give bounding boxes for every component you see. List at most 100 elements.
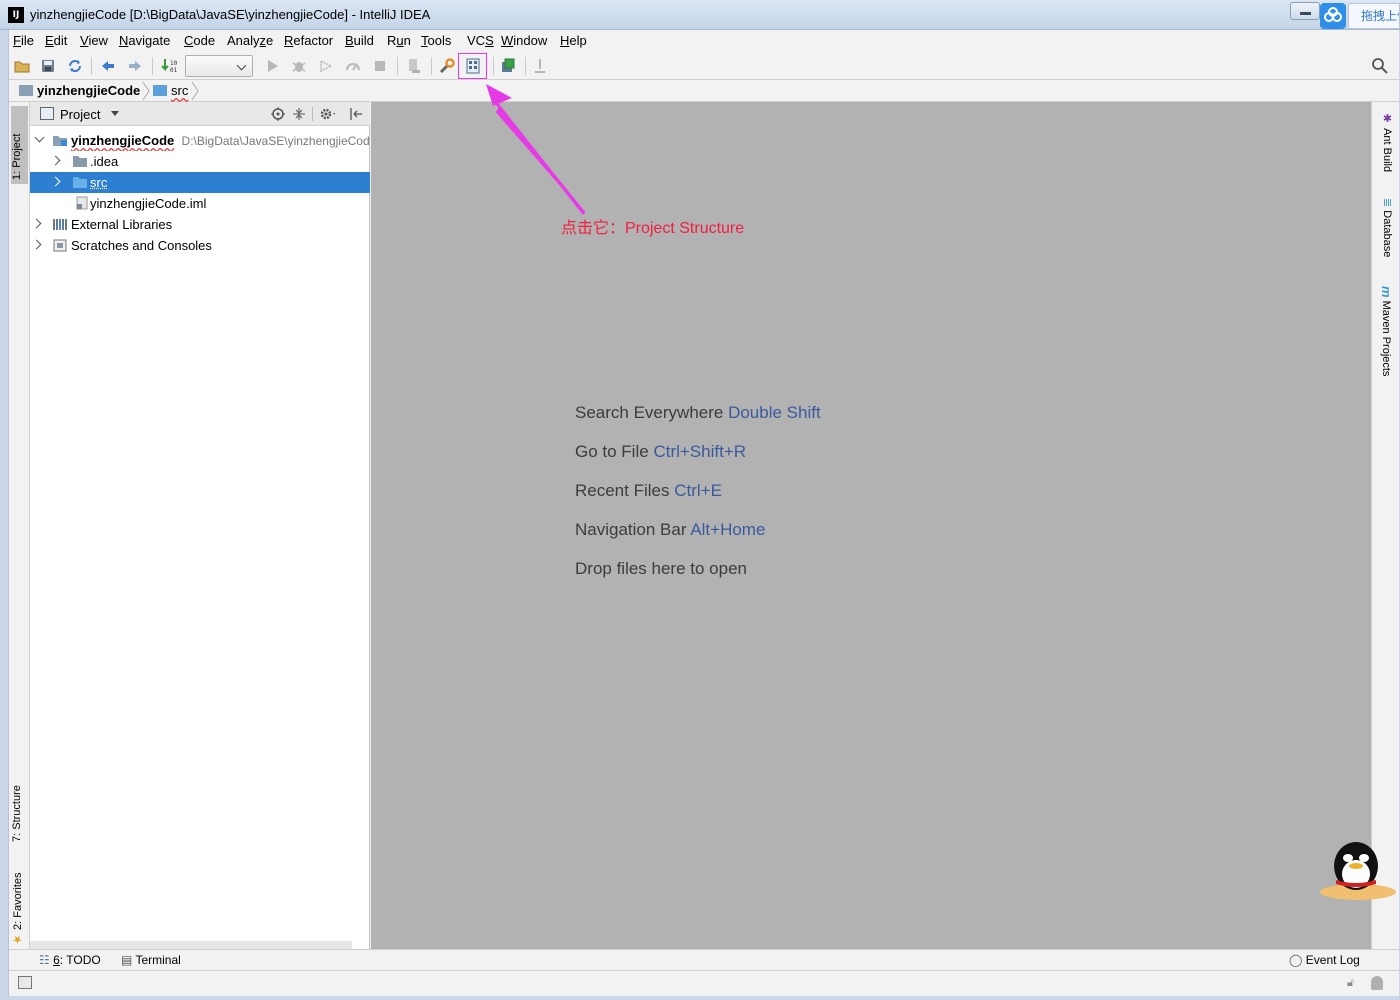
- project-view-selector[interactable]: Project: [60, 107, 100, 122]
- tree-label: yinzhengjieCode D:\BigData\JavaSE\yinzhe…: [71, 133, 370, 148]
- breadcrumb-project[interactable]: yinzhengjieCode: [19, 83, 140, 98]
- chevron-right-icon[interactable]: [31, 218, 42, 229]
- terminal-icon: ▤: [121, 953, 133, 967]
- libraries-icon: [52, 217, 68, 231]
- intellij-app-icon: IJ: [8, 7, 24, 23]
- editor-area[interactable]: 点击它：Project Structure Search Everywhere …: [371, 102, 1371, 949]
- synchronize-icon[interactable]: [65, 56, 85, 76]
- tree-label: yinzhengjieCode.iml: [90, 196, 207, 211]
- stop-icon[interactable]: [370, 56, 390, 76]
- iml-file-icon: [74, 196, 90, 210]
- menu-analyze[interactable]: Analyze: [227, 33, 273, 48]
- breadcrumb-src[interactable]: src: [153, 83, 188, 98]
- toolbar-separator: [397, 57, 398, 75]
- window-title-bar: IJ yinzhengjieCode [D:\BigData\JavaSE\yi…: [0, 0, 1400, 30]
- menu-edit[interactable]: Edit: [45, 33, 67, 48]
- tree-row-idea[interactable]: .idea: [30, 151, 370, 172]
- locate-icon[interactable]: [270, 106, 286, 122]
- inspector-icon[interactable]: [1371, 976, 1383, 990]
- menu-build[interactable]: Build: [345, 33, 374, 48]
- horizontal-scrollbar[interactable]: [30, 941, 352, 949]
- chevron-right-icon[interactable]: [31, 239, 42, 250]
- toggle-tool-windows-icon[interactable]: [18, 976, 32, 989]
- search-everywhere-icon[interactable]: [1370, 56, 1390, 76]
- qq-penguin-icon[interactable]: [1318, 836, 1398, 902]
- main-toolbar: 10 01: [9, 52, 1399, 80]
- ant-icon: ✱: [1381, 112, 1393, 125]
- left-tool-strip: 1: Project 7: Structure ★ 2: Favorites: [9, 102, 30, 949]
- minimize-button[interactable]: [1290, 2, 1320, 20]
- tree-label: External Libraries: [71, 217, 173, 232]
- attach-debugger-icon[interactable]: [404, 56, 424, 76]
- run-icon[interactable]: [262, 56, 282, 76]
- sdk-manager-icon[interactable]: [498, 56, 518, 76]
- hint-navigation-bar: Navigation Bar Alt+Home: [575, 520, 766, 539]
- chevron-right-icon[interactable]: [50, 155, 61, 166]
- source-folder-icon: [72, 175, 88, 189]
- tree-row-iml[interactable]: yinzhengjieCode.iml: [30, 193, 370, 214]
- project-folder-icon: [19, 85, 33, 96]
- svg-text:01: 01: [170, 67, 178, 74]
- tab-database[interactable]: ≣ Database: [1377, 198, 1394, 278]
- menu-run[interactable]: Run: [387, 33, 411, 48]
- chevron-right-icon[interactable]: [50, 176, 61, 187]
- menu-view[interactable]: View: [80, 33, 108, 48]
- lock-icon[interactable]: 🔓︎: [1347, 977, 1354, 990]
- source-folder-icon: [153, 85, 167, 96]
- chevron-down-icon[interactable]: [111, 111, 119, 116]
- svg-text:10: 10: [170, 60, 178, 67]
- tool-windows-bar: ☷ 6: TODO ▤ Terminal ◯ Event Log: [9, 949, 1399, 970]
- menu-vcs[interactable]: VCS: [467, 33, 494, 48]
- tree-label: src: [90, 175, 108, 190]
- menu-navigate[interactable]: Navigate: [119, 33, 170, 48]
- menu-refactor[interactable]: Refactor: [284, 33, 333, 48]
- tree-row-src[interactable]: src: [30, 172, 370, 193]
- hint-recent-files: Recent Files Ctrl+E: [575, 481, 722, 500]
- tab-structure[interactable]: 7: Structure: [11, 752, 28, 842]
- debug-icon[interactable]: [289, 56, 309, 76]
- save-all-icon[interactable]: [38, 56, 58, 76]
- tree-row-project-root[interactable]: yinzhengjieCode D:\BigData\JavaSE\yinzhe…: [30, 130, 370, 151]
- cloud-upload-icon[interactable]: [1320, 3, 1346, 29]
- tree-row-scratches[interactable]: Scratches and Consoles: [30, 235, 370, 256]
- forward-arrow-icon[interactable]: [125, 56, 145, 76]
- menu-tools[interactable]: Tools: [421, 33, 451, 48]
- chevron-down-icon[interactable]: [34, 132, 45, 143]
- back-arrow-icon[interactable]: [98, 56, 118, 76]
- hint-go-to-file: Go to File Ctrl+Shift+R: [575, 442, 747, 461]
- menu-code[interactable]: Code: [184, 33, 215, 48]
- vcs-update-icon[interactable]: [530, 56, 550, 76]
- todo-tab[interactable]: ☷ 6: TODO: [39, 953, 101, 967]
- project-tool-window: Project yinzhengjieCode D:\BigData\JavaS…: [30, 102, 370, 949]
- open-folder-icon[interactable]: [12, 56, 32, 76]
- tree-label: Scratches and Consoles: [71, 238, 212, 253]
- run-with-coverage-icon[interactable]: [316, 56, 336, 76]
- maven-icon: m: [1379, 286, 1394, 298]
- hide-panel-icon[interactable]: [348, 106, 364, 122]
- run-configuration-dropdown[interactable]: [185, 55, 253, 77]
- toolbar-separator: [525, 57, 526, 75]
- hint-search-everywhere: Search Everywhere Double Shift: [575, 403, 821, 422]
- tab-maven-projects[interactable]: m Maven Projects: [1377, 286, 1394, 396]
- menu-window[interactable]: Window: [501, 33, 547, 48]
- hint-drop-files: Drop files here to open: [575, 559, 747, 578]
- collapse-all-icon[interactable]: [291, 106, 307, 122]
- build-project-icon[interactable]: 10 01: [159, 56, 179, 76]
- todo-icon: ☷: [39, 953, 50, 967]
- menu-bar: File Edit View Navigate Code Analyze Ref…: [9, 30, 1399, 52]
- menu-help[interactable]: Help: [560, 33, 587, 48]
- menu-file[interactable]: File: [13, 33, 34, 48]
- speech-bubble-icon: ◯: [1289, 953, 1303, 967]
- gear-icon[interactable]: [319, 106, 335, 122]
- terminal-tab[interactable]: ▤ Terminal: [121, 953, 181, 967]
- database-icon: ≣: [1381, 198, 1393, 208]
- tab-ant-build[interactable]: ✱ Ant Build: [1377, 112, 1394, 192]
- tree-row-external-libraries[interactable]: External Libraries: [30, 214, 370, 235]
- tab-favorites[interactable]: ★ 2: Favorites: [11, 854, 28, 946]
- profile-icon[interactable]: [343, 56, 363, 76]
- settings-wrench-icon[interactable]: [437, 56, 457, 76]
- tab-project[interactable]: 1: Project: [11, 106, 28, 184]
- event-log-tab[interactable]: ◯ Event Log: [1289, 953, 1360, 967]
- drag-upload-button[interactable]: 拖拽上传: [1348, 3, 1400, 29]
- toolbar-separator: [152, 57, 153, 75]
